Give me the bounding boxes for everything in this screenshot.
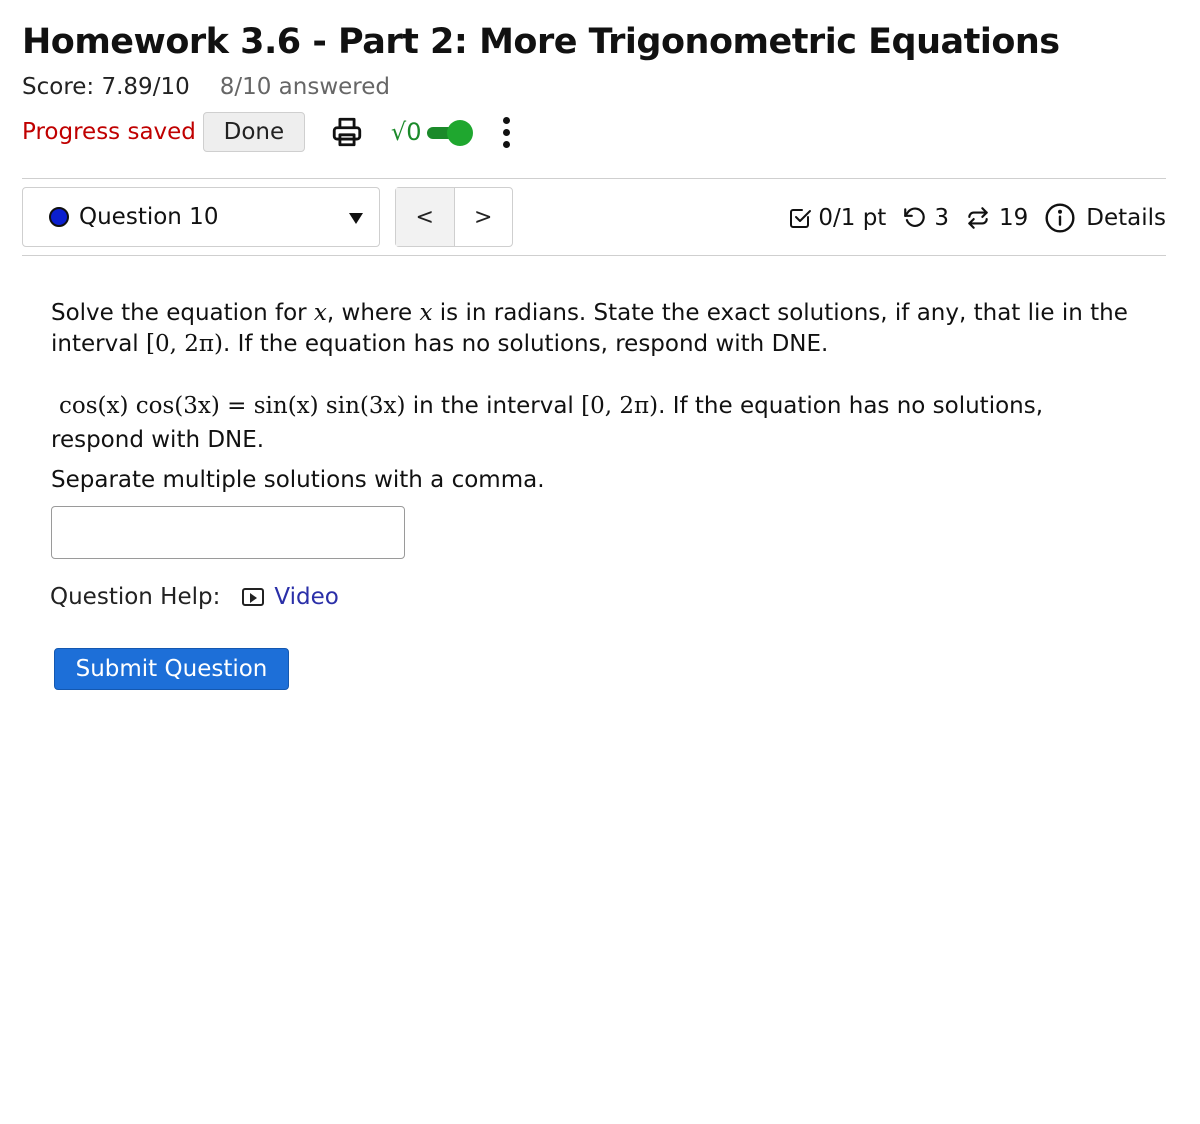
question-pager: < > — [395, 187, 513, 247]
video-link[interactable]: Video — [242, 584, 339, 610]
details-button[interactable]: Details — [1044, 202, 1166, 234]
question-meta: 0/1 pt 3 19 Details — [788, 202, 1166, 234]
previous-question-button[interactable]: < — [396, 188, 455, 246]
math-equation: cos(x) cos(3x) = sin(x) sin(3x) — [59, 393, 406, 419]
prompt-text: . If the equation has no solutions, resp… — [222, 331, 829, 357]
question-equation-line: cos(x) cos(3x) = sin(x) sin(3x) in the i… — [51, 389, 1141, 457]
print-icon[interactable] — [329, 114, 365, 150]
attempts-text: 3 — [934, 205, 949, 231]
question-select-label: Question 10 — [79, 204, 219, 230]
next-question-button[interactable]: > — [455, 188, 513, 246]
math-interval: [0, 2π) — [581, 393, 659, 419]
checkbox-icon — [790, 209, 812, 228]
done-button[interactable]: Done — [202, 112, 305, 152]
video-link-label: Video — [274, 584, 339, 610]
versions-indicator: 19 — [965, 205, 1028, 231]
details-label: Details — [1086, 205, 1166, 231]
submit-question-button[interactable]: Submit Question — [54, 648, 289, 690]
answer-input[interactable] — [51, 506, 405, 559]
question-status-dot — [49, 207, 69, 227]
divider-top — [22, 178, 1166, 179]
points-text: 0/1 pt — [818, 205, 887, 231]
math-variable: x — [313, 300, 327, 326]
question-body: Solve the equation for x, where x is in … — [51, 298, 1141, 496]
score-line: Score: 7.89/10 8/10 answered — [22, 74, 390, 100]
more-options-icon[interactable] — [503, 116, 511, 148]
play-video-icon — [242, 588, 265, 606]
swap-icon — [968, 207, 988, 229]
question-prompt: Solve the equation for x, where x is in … — [51, 298, 1141, 360]
retry-icon — [904, 207, 926, 227]
prompt-text: in the interval — [405, 393, 582, 419]
page-title: Homework 3.6 - Part 2: More Trigonometri… — [22, 22, 1060, 62]
info-icon — [1045, 203, 1075, 233]
math-input-toggle-label[interactable]: √0 — [391, 118, 422, 146]
score-text: Score: 7.89/10 — [22, 74, 190, 100]
versions-text: 19 — [998, 205, 1029, 231]
progress-status: Progress saved — [22, 119, 196, 145]
answer-instructions: Separate multiple solutions with a comma… — [51, 467, 545, 493]
chevron-down-icon — [349, 213, 363, 224]
question-help-label: Question Help: — [50, 584, 221, 610]
prompt-text: , where — [326, 300, 420, 326]
attempts-indicator: 3 — [902, 205, 949, 231]
answered-count: 8/10 answered — [219, 74, 390, 100]
divider-question — [22, 255, 1166, 256]
math-variable: x — [419, 300, 433, 326]
question-help: Question Help: Video — [50, 584, 339, 610]
math-input-toggle[interactable] — [427, 120, 474, 146]
assignment-actions: Progress saved Done √0 — [22, 111, 511, 153]
question-select[interactable]: Question 10 — [22, 187, 380, 247]
math-interval: [0, 2π) — [146, 331, 223, 357]
points-indicator: 0/1 pt — [788, 205, 886, 231]
prompt-text: Solve the equation for — [51, 300, 314, 326]
